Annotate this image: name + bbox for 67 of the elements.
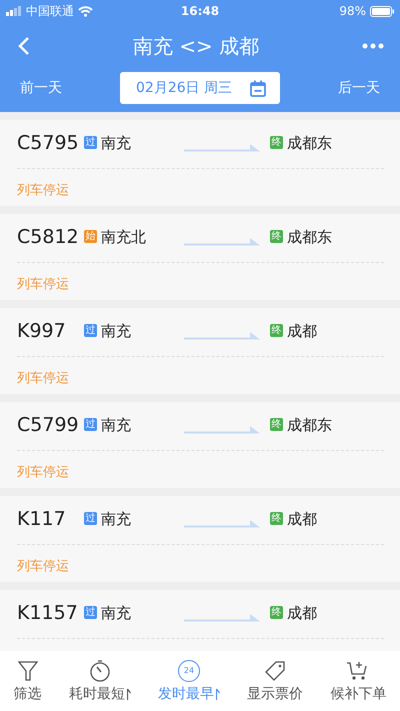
train-card[interactable]: K1157 过 南充 终 成都	[0, 590, 400, 651]
tab-item[interactable]: 筛选	[10, 658, 46, 704]
clock-icon: 24	[178, 660, 200, 682]
train-status: 列车停运	[17, 370, 69, 387]
sort-icon	[126, 688, 131, 700]
arrival-station: 成都	[287, 604, 317, 622]
carrier-name: 中国联通	[26, 2, 74, 20]
departure-station: 南充	[101, 322, 131, 340]
train-card[interactable]: K117 过 南充 终 成都 列车停运	[0, 496, 400, 582]
tab-item[interactable]: 显示票价	[243, 658, 308, 704]
departure-station: 南充北	[101, 228, 146, 246]
arrow-icon	[184, 426, 260, 434]
station-badge: 终	[270, 324, 283, 336]
station-badge: 过	[84, 418, 97, 430]
station-badge: 终	[270, 418, 283, 430]
train-status: 列车停运	[17, 276, 69, 293]
train-card[interactable]: C5795 过 南充 终 成都东 列车停运	[0, 120, 400, 206]
train-number: K117	[17, 508, 67, 530]
station-badge: 过	[84, 606, 97, 618]
arrow-icon	[184, 144, 260, 152]
departure-station: 南充	[101, 604, 131, 622]
train-number: C5799	[17, 414, 80, 436]
price-tag-icon	[264, 660, 286, 682]
battery-icon	[370, 6, 394, 16]
tab-item[interactable]: 耗时最短	[64, 658, 135, 704]
arrow-icon	[184, 332, 260, 340]
more-icon	[362, 43, 384, 49]
train-status: 列车停运	[17, 182, 69, 199]
train-card[interactable]: C5799 过 南充 终 成都东 列车停运	[0, 402, 400, 488]
station-badge: 终	[270, 512, 283, 524]
battery-percent: 98%	[339, 4, 366, 18]
arrival-station: 成都东	[287, 416, 332, 434]
train-status: 列车停运	[17, 558, 69, 575]
departure-station: 南充	[101, 134, 131, 152]
filter-icon	[16, 660, 39, 682]
station-badge: 过	[84, 324, 97, 336]
train-number: K1157	[17, 602, 79, 624]
arrival-station: 成都	[287, 510, 317, 528]
arrow-icon	[184, 238, 260, 246]
station-badge: 过	[84, 512, 97, 524]
train-status: 列车停运	[17, 464, 69, 481]
station-badge: 终	[270, 606, 283, 618]
arrival-station: 成都	[287, 322, 317, 340]
tab-item[interactable]: 候补下单	[326, 658, 390, 704]
train-number: K997	[17, 320, 67, 342]
arrow-icon	[184, 520, 260, 528]
station-badge: 过	[84, 136, 97, 148]
train-card[interactable]: K997 过 南充 终 成都 列车停运	[0, 308, 400, 394]
arrow-icon	[184, 614, 260, 622]
departure-station: 南充	[101, 416, 131, 434]
station-badge: 终	[270, 136, 283, 148]
train-card[interactable]: C5812 始 南充北 终 成都东 列车停运	[0, 214, 400, 300]
train-number: C5812	[17, 226, 80, 248]
route-title: 南充 <> 成都	[132, 32, 260, 60]
back-icon	[18, 36, 30, 56]
calendar-icon	[250, 80, 266, 96]
stopwatch-icon	[88, 660, 111, 682]
clock-time: 16:48	[180, 4, 220, 18]
signal-icon	[6, 6, 22, 16]
train-number: C5795	[17, 132, 80, 154]
sort-icon	[216, 688, 220, 700]
station-badge: 始	[84, 230, 97, 242]
departure-station: 南充	[101, 510, 131, 528]
wifi-icon	[78, 6, 93, 16]
station-badge: 终	[270, 230, 283, 242]
arrival-station: 成都东	[287, 228, 332, 246]
arrival-station: 成都东	[287, 134, 332, 152]
